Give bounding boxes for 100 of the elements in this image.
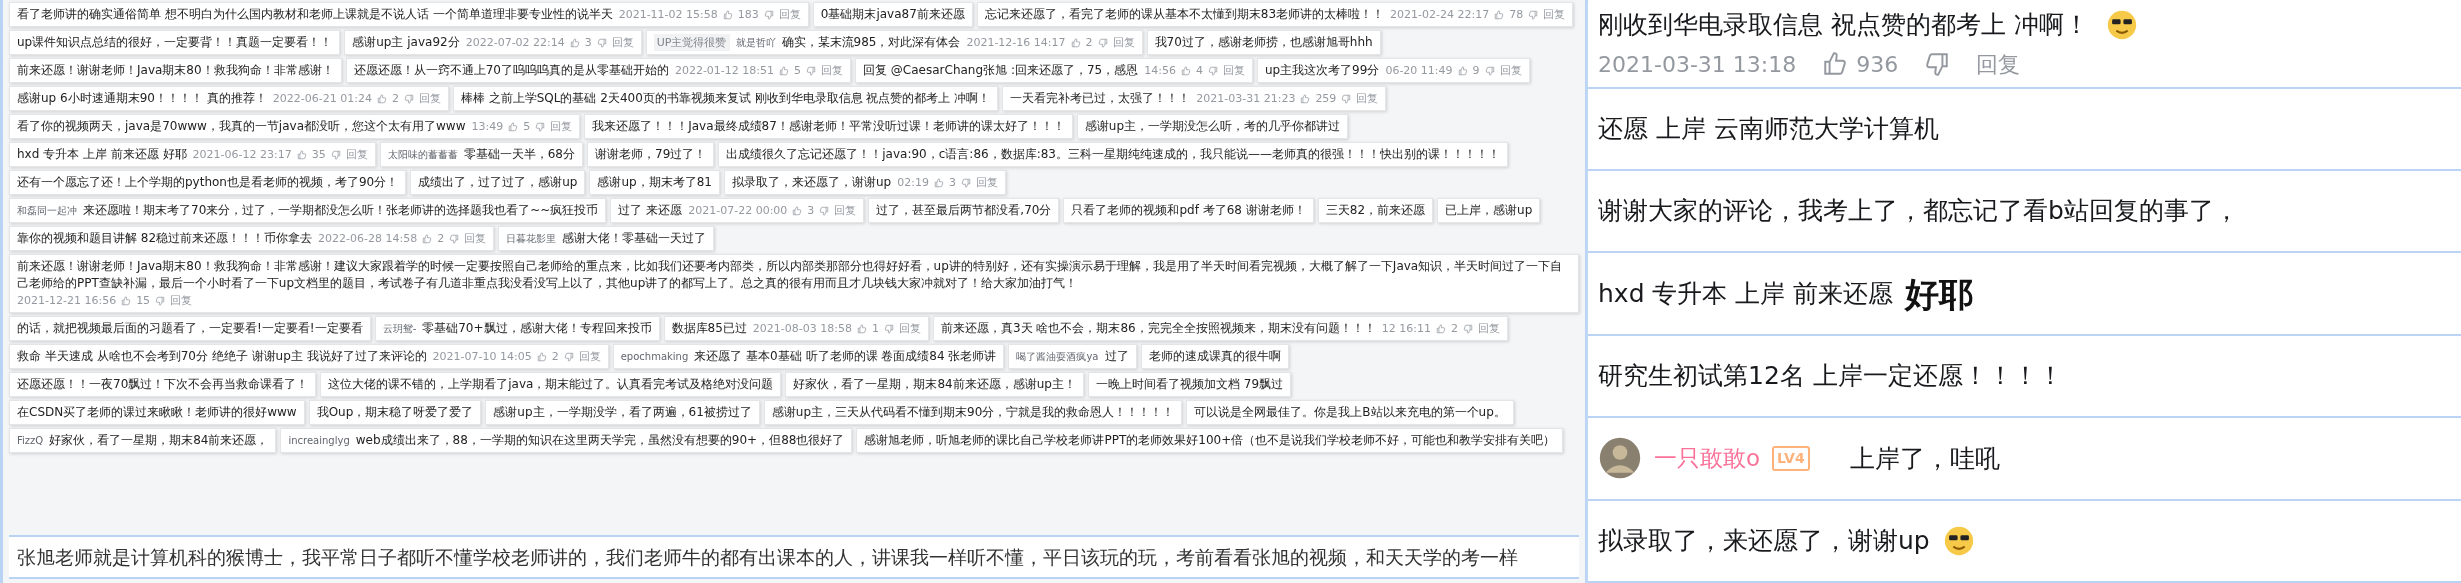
reply-button[interactable]: 回复 bbox=[345, 146, 368, 163]
comment-text: 过了 bbox=[1104, 348, 1129, 365]
dislike-button[interactable] bbox=[1207, 65, 1218, 76]
comment-text: 上岸了，哇吼 bbox=[1849, 442, 2000, 475]
dislike-button[interactable] bbox=[819, 205, 830, 216]
reply-button[interactable]: 回复 bbox=[578, 348, 601, 365]
dislike-button[interactable] bbox=[563, 351, 574, 362]
dislike-button[interactable] bbox=[535, 121, 546, 132]
reply-button[interactable]: 回复 bbox=[1112, 34, 1135, 51]
avatar bbox=[1598, 436, 1642, 481]
user-name: increainglyg bbox=[288, 434, 350, 448]
like-button[interactable] bbox=[508, 121, 519, 132]
comment-text: 我70过了，感谢老师捞，也感谢旭哥hhh bbox=[1154, 34, 1373, 51]
comment-text: up主我这次考了99分 bbox=[1264, 62, 1380, 79]
like-button[interactable] bbox=[1070, 37, 1081, 48]
comment-date: 2021-07-10 14:05 bbox=[432, 349, 532, 365]
like-button[interactable] bbox=[1300, 93, 1311, 104]
like-button[interactable] bbox=[1822, 51, 1849, 77]
comment-text: 前来还愿！谢谢老师！Java期末80！救我狗命！非常感谢！建议大家跟着学的时候一定要按照自己老师给的重点来，比如我们还要考内部类，所以内部类那部分也得好好看，up讲的特别好，还有实操演示易于理解，我是用了半天时间看完视频，大概了解了一下Java知识，半天时间过了一下自己老师给的PPT查缺补漏，最后一个小时看了一下up文档里的题目，考试卷子有几道非重点我没看没写上以了，其他up讲了的都写上了。总之真的很有用而且才几块钱大家冲就对了！给大家加油打气！ bbox=[17, 258, 1564, 292]
like-button[interactable] bbox=[1435, 323, 1446, 334]
like-button[interactable] bbox=[933, 177, 944, 188]
dislike-button[interactable] bbox=[596, 37, 607, 48]
comment-date: 2021-07-22 00:00 bbox=[688, 203, 788, 219]
dislike-button[interactable] bbox=[1462, 323, 1473, 334]
like-button[interactable] bbox=[376, 93, 387, 104]
reply-button[interactable]: 回复 bbox=[170, 292, 193, 309]
like-button[interactable] bbox=[856, 323, 867, 334]
like-count: 183 bbox=[737, 7, 759, 23]
like-button[interactable] bbox=[536, 351, 547, 362]
comment-text: 好家伙，看了一星期，期末84前来还愿，感谢up主！ bbox=[793, 376, 1076, 393]
dislike-button[interactable] bbox=[806, 65, 817, 76]
dislike-button[interactable] bbox=[1924, 51, 1951, 77]
comment-text: 看了老师讲的确实通俗简单 想不明白为什么国内教材和老师上课就是不说人话 一个简单道理非要专业性的说半天 bbox=[17, 6, 613, 23]
comment-text: 谢谢老师，79过了！ bbox=[595, 146, 707, 163]
comment-text: 出成绩很久了忘记还愿了！！java:90，c语言:86，数据库:83。三科一星期纯纯速成的，我只能说——老师真的很强！！！快出别的课！！！！！ bbox=[726, 146, 1500, 163]
dislike-button[interactable] bbox=[1484, 65, 1495, 76]
like-count: 4 bbox=[1195, 63, 1203, 79]
reply-button[interactable]: 回复 bbox=[550, 118, 573, 135]
dislike-button[interactable] bbox=[883, 323, 894, 334]
comment-text: 感谢up主 java92分 bbox=[352, 34, 460, 51]
comment-text: 还有一个愿忘了还！上个学期的python也是看老师的视频，考了90分！ bbox=[17, 174, 399, 191]
comment-text: 感谢up 6小时速通期末90！！！！ 真的推荐！ bbox=[17, 90, 267, 107]
dislike-button[interactable] bbox=[330, 149, 341, 160]
reply-button[interactable]: 回复 bbox=[898, 320, 921, 337]
reply-button[interactable]: 回复 bbox=[821, 62, 844, 79]
reply-button[interactable]: 回复 bbox=[834, 202, 857, 219]
like-button[interactable] bbox=[779, 65, 790, 76]
like-button[interactable] bbox=[1457, 65, 1468, 76]
user-name: 日暮花影里 bbox=[506, 232, 557, 246]
user-name: 喝了酱油耍酒疯ya bbox=[1016, 350, 1099, 364]
comment-text: 拟录取了，来还愿了，谢谢up bbox=[1598, 525, 1930, 558]
dislike-button[interactable] bbox=[1097, 37, 1108, 48]
comment-text: 来还愿啦！期末考了70来分，过了，一学期都没怎么听！张老师讲的选择题我也看了~~疯狂投币 bbox=[83, 202, 599, 219]
user-name: 和磊同一起冲 bbox=[17, 204, 77, 218]
dislike-button[interactable] bbox=[155, 295, 166, 306]
like-button[interactable] bbox=[422, 233, 433, 244]
like-button[interactable] bbox=[792, 205, 803, 216]
comment-text: 棒棒 之前上学SQL的基础 2天400页的书靠视频来复试 刚收到华电录取信息 祝点赞的都考上 冲啊！ bbox=[460, 90, 991, 107]
reply-button[interactable]: 回复 bbox=[1499, 62, 1522, 79]
like-count: 78 bbox=[1509, 7, 1524, 23]
comment-text: 感谢up主，三天从代码看不懂到期末90分，宁就是我的救命恩人！！！！！ bbox=[771, 404, 1175, 421]
reply-button[interactable]: 回复 bbox=[1356, 90, 1379, 107]
comment-text: web成绩出来了，88，一学期的知识在这里两天学完，虽然没有想要的90+，但88也很好了 bbox=[355, 432, 845, 449]
comment-text: 确实，某末流985，对此深有体会 bbox=[781, 34, 961, 51]
comment-text: 成绩出了，过了过了，感谢up bbox=[418, 174, 578, 191]
comment-text: 来还愿了 基本0基础 听了老师的课 卷面成绩84 张老师讲 bbox=[694, 348, 997, 365]
like-count: 259 bbox=[1315, 91, 1337, 107]
dislike-button[interactable] bbox=[449, 233, 460, 244]
dislike-button[interactable] bbox=[763, 9, 774, 20]
like-button[interactable] bbox=[296, 149, 307, 160]
reply-button[interactable]: 回复 bbox=[464, 230, 487, 247]
comment-text: 老师的速成课真的很牛啊 bbox=[1148, 348, 1281, 365]
reply-button[interactable]: 回复 bbox=[778, 6, 801, 23]
dislike-button[interactable] bbox=[1341, 93, 1352, 104]
comment-text: 好家伙，看了一星期，期末84前来还愿， bbox=[49, 432, 269, 449]
reply-button[interactable]: 回复 bbox=[1976, 47, 2021, 81]
reply-button[interactable]: 回复 bbox=[611, 34, 634, 51]
like-button[interactable] bbox=[121, 295, 132, 306]
comment-text: 拟录取了，来还愿了，谢谢up bbox=[732, 174, 892, 191]
like-count: 5 bbox=[794, 63, 802, 79]
like-count: 2 bbox=[391, 91, 399, 107]
comment-text: 这位大佬的课不错的，上学期看了java，期末能过了。认真看完考试及格绝对没问题 bbox=[328, 376, 774, 393]
reply-button[interactable]: 回复 bbox=[418, 90, 441, 107]
like-button[interactable] bbox=[1180, 65, 1191, 76]
comment-date: 2022-06-28 14:58 bbox=[318, 231, 418, 247]
like-count: 35 bbox=[311, 147, 326, 163]
comment-text: 的话，就把视频最后面的习题看了，一定要看!一定要看!一定要看 bbox=[17, 320, 363, 337]
like-button[interactable] bbox=[722, 9, 733, 20]
reply-button[interactable]: 回复 bbox=[1543, 6, 1566, 23]
dislike-button[interactable] bbox=[960, 177, 971, 188]
reply-button[interactable]: 回复 bbox=[975, 174, 998, 191]
dislike-button[interactable] bbox=[403, 93, 414, 104]
comment-text: 靠你的视频和题目讲解 82稳过前来还愿！！！币你拿去 bbox=[17, 230, 313, 247]
comment-text: hxd 专升本 上岸 前来还愿 好耶 bbox=[17, 146, 187, 163]
like-button[interactable] bbox=[569, 37, 580, 48]
like-count: 2 bbox=[1085, 35, 1093, 51]
like-button[interactable] bbox=[1494, 9, 1505, 20]
reply-button[interactable]: 回复 bbox=[1477, 320, 1500, 337]
dislike-button[interactable] bbox=[1528, 9, 1539, 20]
reply-button[interactable]: 回复 bbox=[1222, 62, 1245, 79]
